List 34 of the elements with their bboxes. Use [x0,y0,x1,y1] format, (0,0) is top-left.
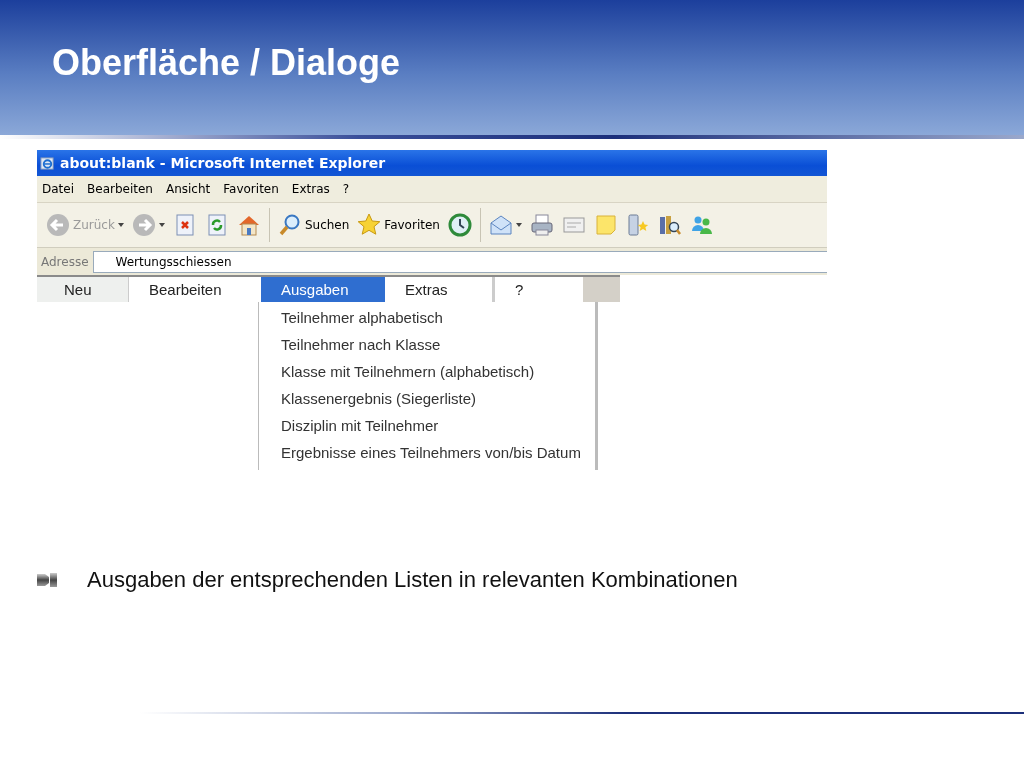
window-title: about:blank - Microsoft Internet Explorer [60,155,386,171]
books-icon [657,213,682,237]
menu-item[interactable]: Favoriten [218,182,284,196]
note-icon [593,213,618,237]
menu-item[interactable]: Ansicht [160,182,216,196]
dropdown-item[interactable]: Klasse mit Teilnehmern (alphabetisch) [281,358,595,385]
menu-item[interactable]: Ausgaben [261,277,385,302]
menu-item[interactable]: Extras [286,182,335,196]
dropdown-item[interactable]: Ergebnisse eines Teilnehmers von/bis Datum [281,439,595,466]
browser-icon [40,155,55,171]
favorites-button[interactable]: Favoriten [354,211,443,239]
dropdown-item[interactable]: Teilnehmer nach Klasse [281,331,595,358]
dropdown-item[interactable]: Disziplin mit Teilnehmer [281,412,595,439]
star-icon [357,213,382,237]
menu-bar-end-block [583,277,620,302]
menu-item[interactable]: ? [337,182,355,196]
address-label: Adresse [40,254,90,269]
menu-item[interactable]: Bearbeiten [82,182,158,196]
phone-star-icon [625,213,650,237]
menu-item[interactable]: ? [495,277,583,302]
bullet-icon [37,573,57,587]
menu-item[interactable]: Bearbeiten [129,277,261,302]
menu-item[interactable]: Datei [37,182,79,196]
search-button[interactable]: Suchen [274,211,353,239]
mail-icon [488,213,513,237]
menu-item[interactable]: Neu [37,277,129,302]
clock-icon [447,213,472,237]
dropdown-item[interactable]: Klassenergebnis (Siegerliste) [281,385,595,412]
address-field[interactable]: Wertungsschiessen [92,250,827,273]
search-icon [277,213,302,237]
slide-title: Oberfläche / Dialoge [52,41,401,85]
printer-icon [529,213,554,237]
bullet-text: Ausgaben der entsprechenden Listen in relevanten Kombinationen [87,567,738,593]
dropdown-item[interactable]: Teilnehmer alphabetisch [281,304,595,331]
